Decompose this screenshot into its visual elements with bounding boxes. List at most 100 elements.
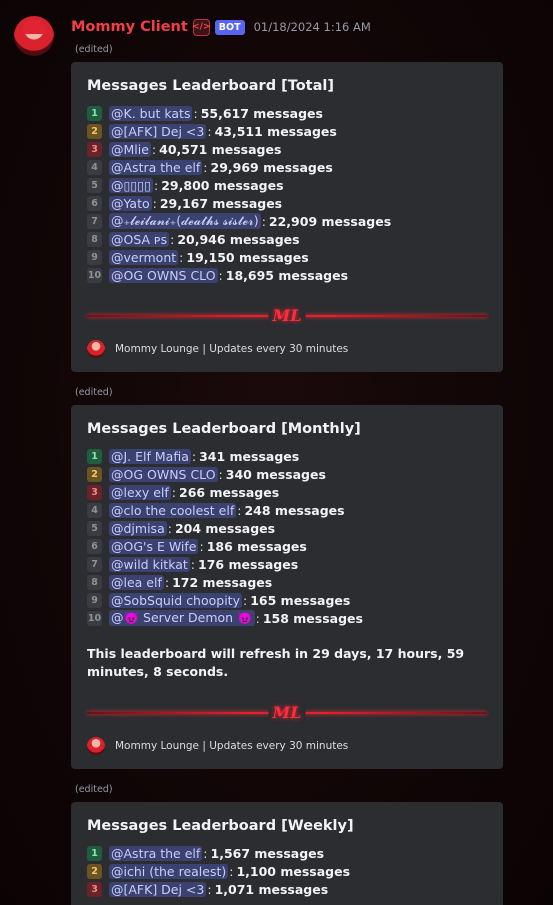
user-mention[interactable]: @OSA ᴘꜱ	[109, 231, 170, 247]
leaderboard-embed-monthly: Messages Leaderboard [Monthly] 1 @J. Elf …	[71, 405, 503, 769]
message-count: 341 messages	[199, 448, 300, 464]
user-mention[interactable]: @OG's E Wife	[109, 538, 199, 554]
embed-title: Messages Leaderboard [Monthly]	[87, 421, 361, 437]
edited-label: (edited)	[75, 387, 113, 398]
rank-badge: 2	[87, 466, 102, 482]
ml-logo: ML	[268, 703, 306, 723]
message-count: 43,511 messages	[214, 123, 337, 139]
rank-badge: 9	[87, 249, 102, 265]
rank-badge: 3	[87, 881, 102, 897]
user-mention[interactable]: @OG OWNS CLO	[109, 267, 218, 283]
rank-badge: 4	[87, 502, 102, 518]
leaderboard-row: 10 @OG OWNS CLO:18,695 messages	[87, 267, 349, 283]
user-mention[interactable]: @K. but kats	[109, 105, 193, 121]
rank-badge: 2	[87, 123, 102, 139]
rank-badge: 7	[87, 556, 102, 572]
leaderboard-row: 1 @J. Elf Mafia:341 messages	[87, 447, 487, 465]
user-mention[interactable]: @wild kitkat	[109, 556, 190, 572]
author-name[interactable]: Mommy Client	[71, 19, 188, 35]
message-count: 29,969 messages	[210, 159, 333, 175]
leaderboard-row: 8 @OSA ᴘꜱ:20,946 messages	[87, 230, 487, 248]
leaderboard-row: 2 @OG OWNS CLO:340 messages	[87, 465, 487, 483]
leaderboard-row: 10 @👿 Server Demon 👿:158 messages	[87, 610, 363, 626]
user-mention[interactable]: @▯▯▯▯	[109, 177, 154, 193]
bot-tag: BOT	[214, 19, 245, 35]
rank-badge: 2	[87, 863, 102, 879]
message-count: 29,167 messages	[159, 195, 283, 211]
leaderboard-row: 1 @K. but kats:55,617 messages	[87, 104, 487, 122]
leaderboard-row: 2 @ichi (the realest):1,100 messages	[87, 862, 487, 880]
leaderboard-row: 6 @Yato:29,167 messages	[87, 194, 487, 212]
message-header: Mommy Client </> BOT 01/18/2024 1:16 AM	[71, 16, 371, 38]
user-mention[interactable]: @Mlie	[109, 141, 151, 157]
footer-text: Mommy Lounge | Updates every 30 minutes	[115, 740, 349, 752]
rank-badge: 1	[87, 105, 102, 121]
message-count: 176 messages	[198, 556, 299, 572]
message-count: 158 messages	[262, 610, 363, 626]
rank-badge: 10	[87, 610, 102, 626]
user-mention[interactable]: @[AFK] Dej <3	[109, 123, 207, 139]
leaderboard-row: 7 @₊𝓵𝓮𝓲𝓵𝓪𝓷𝓲₊(𝓭𝓮𝓪𝓽𝓱𝓼 𝓼𝓲𝓼𝓽𝓮𝓻):22,909 messag…	[87, 212, 487, 230]
rank-badge: 7	[87, 213, 102, 229]
user-mention[interactable]: @clo the coolest elf	[109, 502, 237, 518]
embed-title: Messages Leaderboard [Total]	[87, 78, 334, 94]
leaderboard-row: 8 @lea elf:172 messages	[87, 573, 487, 591]
user-mention[interactable]: @vermont	[109, 249, 179, 265]
leaderboard-row: 1 @Astra the elf:1,567 messages	[87, 844, 487, 862]
footer-text: Mommy Lounge | Updates every 30 minutes	[115, 343, 349, 355]
leaderboard-row: 5 @djmisa:204 messages	[87, 519, 487, 537]
user-mention[interactable]: @ichi (the realest)	[109, 863, 229, 879]
rank-badge: 6	[87, 538, 102, 554]
user-mention[interactable]: @SobSquid choopity	[109, 592, 242, 608]
message-count: 22,909 messages	[268, 213, 392, 229]
message-count: 186 messages	[206, 538, 307, 554]
user-mention[interactable]: @J. Elf Mafia	[109, 448, 191, 464]
rank-badge: 9	[87, 592, 102, 608]
leaderboard-row: 6 @OG's E Wife:186 messages	[87, 537, 487, 555]
user-mention[interactable]: @Yato	[109, 195, 152, 211]
leaderboard-row: 3 @Mlie:40,571 messages	[87, 140, 487, 158]
user-mention[interactable]: @lexy elf	[109, 484, 171, 500]
message-count: 20,946 messages	[177, 231, 300, 247]
message-count: 1,100 messages	[236, 863, 351, 879]
user-mention[interactable]: @OG OWNS CLO	[109, 466, 218, 482]
user-mention[interactable]: @djmisa	[109, 520, 167, 536]
user-mention[interactable]: @Astra the elf	[109, 845, 203, 861]
message-count: 204 messages	[174, 520, 276, 536]
embed-footer: Mommy Lounge | Updates every 30 minutes	[87, 737, 487, 755]
user-mention[interactable]: @👿 Server Demon 👿	[109, 610, 255, 626]
divider-banner: ML	[87, 306, 487, 326]
message-count: 55,617 messages	[200, 105, 323, 121]
rank-badge: 1	[87, 845, 102, 861]
leaderboard-row: 9 @SobSquid choopity:165 messages	[87, 591, 487, 609]
refresh-countdown: This leaderboard will refresh in 29 days…	[87, 646, 465, 679]
message-count: 18,695 messages	[225, 267, 349, 283]
leaderboard-row: 3 @[AFK] Dej <3:1,071 messages	[87, 880, 487, 898]
leaderboard-row: 2 @[AFK] Dej <3:43,511 messages	[87, 122, 487, 140]
footer-avatar-icon	[87, 340, 105, 358]
ml-logo: ML	[268, 306, 306, 326]
author-avatar[interactable]	[14, 16, 54, 56]
rank-badge: 3	[87, 484, 102, 500]
user-mention[interactable]: @Astra the elf	[109, 159, 203, 175]
developer-badge-icon[interactable]: </>	[192, 18, 210, 36]
message-count: 248 messages	[244, 502, 345, 518]
rank-badge: 1	[87, 448, 102, 464]
rank-badge: 3	[87, 141, 102, 157]
edited-label: (edited)	[75, 44, 113, 55]
embed-title: Messages Leaderboard [Weekly]	[87, 818, 354, 834]
message-count: 40,571 messages	[159, 141, 282, 157]
leaderboard-row: 5 @▯▯▯▯:29,800 messages	[87, 176, 487, 194]
user-mention[interactable]: @lea elf	[109, 574, 164, 590]
rank-badge: 5	[87, 520, 102, 536]
rank-badge: 4	[87, 159, 102, 175]
user-mention[interactable]: @₊𝓵𝓮𝓲𝓵𝓪𝓷𝓲₊(𝓭𝓮𝓪𝓽𝓱𝓼 𝓼𝓲𝓼𝓽𝓮𝓻)	[109, 213, 261, 229]
user-mention[interactable]: @[AFK] Dej <3	[109, 881, 207, 897]
message-timestamp[interactable]: 01/18/2024 1:16 AM	[254, 20, 371, 34]
message-count: 19,150 messages	[186, 249, 309, 265]
leaderboard-row: 3 @lexy elf:266 messages	[87, 483, 487, 501]
rank-badge: 8	[87, 231, 102, 247]
message-count: 172 messages	[172, 574, 273, 590]
rank-badge: 5	[87, 177, 102, 193]
rank-badge: 8	[87, 574, 102, 590]
